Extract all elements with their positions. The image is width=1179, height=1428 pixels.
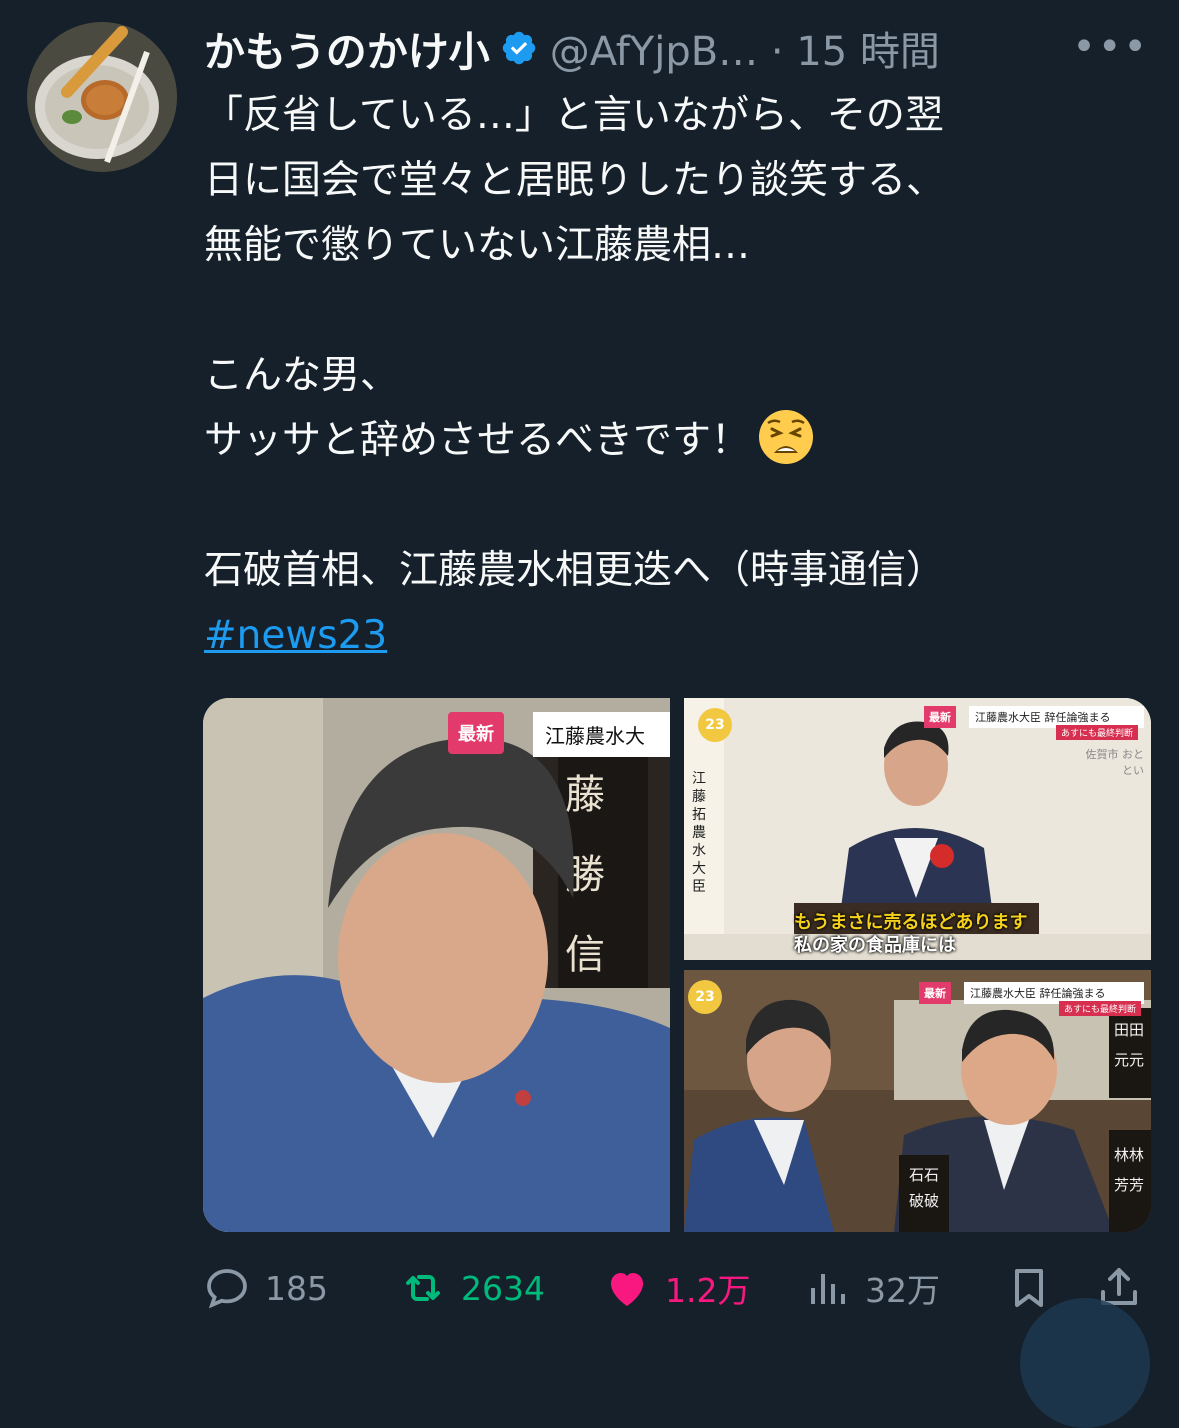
tweet-line: 日に国会で堂々と居眠りしたり談笑する、	[204, 158, 946, 203]
tweet-line-text: サッサと辞めさせるべきです！	[204, 418, 751, 463]
photo-minister-speech[interactable]: 23 最新 江藤農水大臣 辞任論強まる あすにも最終判断 佐賀市 おととい 江藤…	[684, 698, 1151, 960]
nameplate-char: 藤	[565, 772, 605, 818]
display-name[interactable]: かもうのかけ小	[204, 18, 490, 78]
tweet-header: かもうのかけ小 @AfYjpB… · 15 時間 •••	[204, 18, 1149, 78]
retweet-count: 2634	[461, 1268, 545, 1308]
verified-badge-icon	[502, 31, 536, 65]
tweet-line: こんな男、	[204, 353, 400, 398]
photo-minister-sleeping[interactable]: 藤 勝 信 最新 江藤農水大	[203, 698, 670, 1232]
minister-name-vertical: 江藤 拓 農水大臣	[692, 771, 706, 895]
compose-floating-button[interactable]	[1020, 1298, 1150, 1428]
bookmark-icon	[1015, 1269, 1043, 1307]
news-subhead: あすにも最終判断	[1059, 1001, 1142, 1016]
tweet-text: 「反省している…」と言いながら、その翌 日に国会で堂々と居眠りしたり談笑する、 …	[204, 83, 1134, 668]
avatar[interactable]	[27, 22, 177, 172]
media-grid[interactable]: 藤 勝 信 最新 江藤農水大 23 最新 江藤農水大臣 辞任論強まる あすにも最…	[203, 698, 1151, 1232]
like-button[interactable]: 1.2万	[603, 1258, 750, 1318]
like-count: 1.2万	[665, 1271, 751, 1310]
location-label: 佐賀市 おととい	[1085, 748, 1145, 777]
photo-ministers-chatting[interactable]: 23 最新 江藤農水大臣 辞任論強まる あすにも最終判断 田田 元元 石石 破破…	[684, 970, 1151, 1232]
hashtag-link[interactable]: #news23	[204, 613, 387, 658]
news23-logo: 23	[688, 980, 722, 1014]
views-count: 32万	[865, 1271, 940, 1310]
action-bar: 185 2634 1.2万 32万	[203, 1258, 1151, 1318]
weary-face-icon	[759, 410, 814, 464]
news-badge: 最新	[924, 706, 956, 728]
heart-filled-icon	[611, 1273, 643, 1306]
more-options-icon[interactable]: •••	[1072, 24, 1149, 70]
tweet-line-with-emoji: サッサと辞めさせるべきです！	[204, 408, 1134, 473]
minister-sleeping-image: 藤 勝 信	[203, 698, 670, 1232]
bookmark-button[interactable]	[1005, 1258, 1053, 1318]
nameplate-right: 林林 芳芳	[1113, 1146, 1144, 1194]
reply-icon	[207, 1269, 247, 1309]
news-caption: 江藤農水大	[533, 712, 670, 757]
nameplate-left: 石石 破破	[908, 1166, 939, 1210]
subtitle-line-2: 私の家の食品庫には	[794, 935, 956, 956]
retweet-button[interactable]: 2634	[399, 1258, 545, 1318]
reply-count: 185	[265, 1268, 328, 1308]
views-chart-icon	[811, 1274, 845, 1304]
reply-button[interactable]: 185	[203, 1258, 328, 1318]
nameplate-top-right: 田田 元元	[1113, 1021, 1144, 1069]
views-button[interactable]: 32万	[803, 1258, 940, 1318]
news-badge: 最新	[919, 982, 951, 1004]
news-badge: 最新	[448, 712, 504, 754]
tweet-line: 無能で懲りていない江藤農相…	[204, 223, 751, 268]
news23-logo: 23	[698, 708, 732, 742]
handle-and-timestamp[interactable]: @AfYjpB… · 15 時間	[550, 19, 940, 77]
news-subhead: あすにも最終判断	[1056, 725, 1139, 740]
udon-bowl-avatar-image	[27, 22, 177, 172]
tweet-line: 「反省している…」と言いながら、その翌	[204, 93, 944, 138]
nameplate-char: 信	[565, 932, 605, 978]
tweet-line: 石破首相、江藤農水相更迭へ（時事通信）	[204, 548, 946, 593]
retweet-icon	[406, 1275, 440, 1301]
